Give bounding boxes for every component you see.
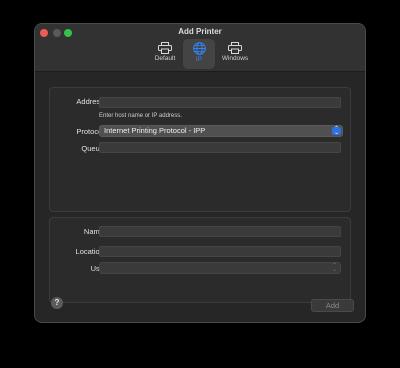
- protocol-label: Protocol:: [76, 127, 106, 136]
- tab-default[interactable]: Default: [151, 39, 179, 69]
- queue-field[interactable]: [99, 142, 341, 153]
- printer-info-group: Name: Location: Use: ⌃⌄: [49, 217, 351, 303]
- tab-label: Default: [154, 55, 176, 62]
- chevron-up-down-icon: ⌃ ⌄: [332, 126, 341, 136]
- use-label: Use:: [46, 264, 106, 273]
- tab-ip[interactable]: IP: [183, 39, 215, 69]
- protocol-value: Internet Printing Protocol - IPP: [104, 126, 206, 135]
- address-field[interactable]: [99, 97, 341, 108]
- address-hint: Enter host name or IP address.: [99, 113, 182, 119]
- add-button[interactable]: Add: [311, 299, 354, 312]
- location-label: Location:: [75, 247, 106, 256]
- name-label: Name:: [83, 227, 106, 236]
- protocol-select[interactable]: Internet Printing Protocol - IPP ⌃ ⌄: [99, 125, 343, 137]
- help-button[interactable]: ?: [51, 297, 63, 309]
- printer-icon: [228, 42, 242, 54]
- tab-label: Windows: [221, 55, 249, 62]
- location-field[interactable]: [99, 246, 341, 257]
- connection-group: Address: Enter host name or IP address. …: [49, 87, 351, 212]
- printer-icon: [158, 42, 172, 54]
- address-label: Address:: [76, 97, 106, 106]
- titlebar: Add Printer Default IP Windows: [35, 24, 365, 72]
- tab-label: IP: [195, 56, 203, 63]
- chevron-up-down-icon: ⌃ ⌄: [331, 263, 338, 273]
- tab-windows[interactable]: Windows: [219, 39, 251, 69]
- window-title: Add Printer: [178, 27, 222, 36]
- globe-icon: [192, 42, 206, 55]
- queue-label: Queue:: [81, 144, 106, 153]
- add-printer-window: Add Printer Default IP Windows Address: …: [34, 23, 366, 323]
- use-select[interactable]: ⌃ ⌄: [99, 262, 341, 274]
- name-field[interactable]: [99, 226, 341, 237]
